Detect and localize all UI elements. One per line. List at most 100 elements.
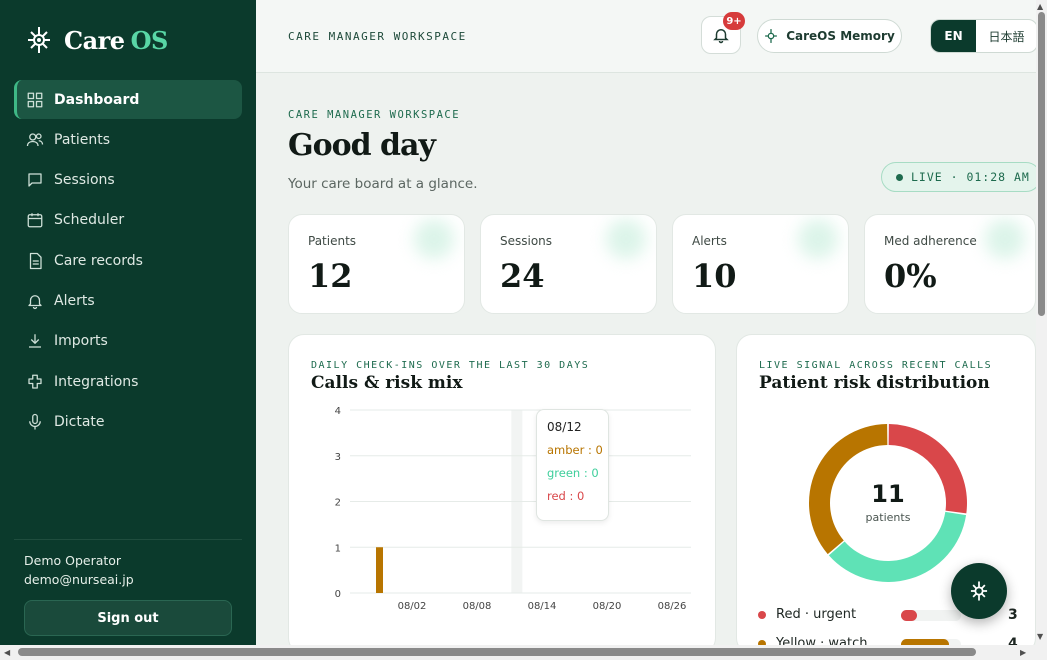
sign-out-button[interactable]: Sign out [24, 600, 232, 636]
x-tick-label: 08/08 [463, 601, 492, 612]
assistant-fab-button[interactable] [951, 563, 1007, 619]
sidebar-item-care-records[interactable]: Care records [14, 241, 242, 280]
stat-label: Med adherence [884, 234, 977, 248]
stat-value: 12 [308, 257, 353, 295]
users-icon [26, 131, 44, 149]
live-clock-badge: LIVE · 01:28 AM [881, 162, 1041, 192]
sidebar-item-label: Patients [54, 131, 111, 148]
legend-count: 3 [1008, 606, 1018, 623]
stat-card-patients[interactable]: Patients 12 [288, 214, 465, 314]
grid-icon [26, 91, 44, 109]
stat-label: Patients [308, 234, 357, 248]
page-kicker: CARE MANAGER WORKSPACE [288, 109, 461, 121]
chat-icon [26, 171, 44, 189]
vertical-scroll-thumb[interactable] [1038, 12, 1045, 316]
page-title: Good day [288, 128, 436, 163]
careos-memory-label: CareOS Memory [786, 29, 895, 43]
y-tick-label: 4 [335, 406, 341, 417]
stat-card-alerts[interactable]: Alerts 10 [672, 214, 849, 314]
compass-star-icon [765, 29, 778, 43]
sidebar-item-sessions[interactable]: Sessions [14, 161, 242, 200]
legend-dot [758, 610, 766, 619]
tooltip-amber: amber : 0 [547, 443, 603, 457]
lang-ja-button[interactable]: 日本語 [976, 20, 1037, 52]
workspace-label: CARE MANAGER WORKSPACE [288, 30, 467, 43]
legend-label: Red · urgent [776, 607, 857, 622]
x-tick-label: 08/26 [658, 601, 687, 612]
sidebar: Care OS Dashboard Patients Sessions Schedule… [0, 0, 256, 660]
sidebar-item-label: Care records [54, 252, 143, 269]
compass-star-icon [28, 27, 50, 53]
sidebar-item-label: Integrations [54, 373, 139, 390]
stat-label: Alerts [692, 234, 727, 248]
sidebar-item-integrations[interactable]: Integrations [14, 362, 242, 401]
tooltip-date: 08/12 [547, 420, 582, 434]
y-tick-label: 0 [335, 589, 341, 600]
microphone-icon [26, 413, 44, 431]
calendar-icon [26, 211, 44, 229]
page-subtitle: Your care board at a glance. [288, 176, 478, 192]
y-tick-label: 1 [335, 543, 341, 554]
sidebar-nav: Dashboard Patients Sessions Scheduler Care r… [14, 80, 242, 443]
sidebar-item-label: Imports [54, 333, 108, 350]
sidebar-item-label: Sessions [54, 172, 115, 189]
calls-card-kicker: DAILY CHECK-INS OVER THE LAST 30 DAYS [311, 360, 590, 371]
donut-center-label: patients [865, 511, 911, 524]
compass-star-icon [970, 581, 988, 601]
chart-tooltip: 08/12 amber : 0 green : 0 red : 0 [536, 409, 609, 521]
stat-card-sessions[interactable]: Sessions 24 [480, 214, 657, 314]
sidebar-item-dictate[interactable]: Dictate [14, 402, 242, 441]
x-tick-label: 08/20 [593, 601, 622, 612]
tooltip-green: green : 0 [547, 466, 599, 480]
x-tick-label: 08/14 [528, 601, 557, 612]
sidebar-item-patients[interactable]: Patients [14, 120, 242, 159]
live-clock-text: LIVE · 01:28 AM [911, 170, 1030, 184]
top-bar: CARE MANAGER WORKSPACE 9+ CareOS Memory … [256, 0, 1038, 73]
stat-card-med-adherence[interactable]: Med adherence 0% [864, 214, 1036, 314]
operator-name: Demo Operator [24, 553, 122, 568]
careos-memory-button[interactable]: CareOS Memory [757, 19, 902, 53]
calls-bar-chart[interactable]: 0 1 2 3 4 08/02 08/08 08/14 08/20 08/26 [288, 395, 716, 625]
bar-amber[interactable] [376, 547, 383, 593]
live-dot-icon [896, 173, 903, 181]
sidebar-item-alerts[interactable]: Alerts [14, 281, 242, 320]
bell-icon [26, 292, 44, 310]
brand-logo[interactable]: Care OS [26, 25, 168, 55]
sidebar-item-label: Dashboard [54, 91, 140, 108]
sidebar-item-label: Dictate [54, 413, 105, 430]
scroll-right-arrow-icon[interactable]: ▶ [1020, 648, 1026, 657]
lang-en-button[interactable]: EN [931, 20, 976, 52]
x-tick-label: 08/02 [398, 601, 427, 612]
calls-card-title: Calls & risk mix [311, 373, 463, 393]
risk-card-title: Patient risk distribution [759, 373, 990, 393]
puzzle-icon [26, 373, 44, 391]
legend-bar-fill [901, 610, 918, 621]
y-tick-label: 2 [335, 498, 341, 509]
stat-value: 0% [884, 257, 937, 295]
stat-value: 10 [692, 257, 737, 295]
brand-name: Care OS [64, 25, 168, 55]
risk-card-kicker: LIVE SIGNAL ACROSS RECENT CALLS [759, 360, 993, 371]
sidebar-item-label: Alerts [54, 292, 95, 309]
legend-bar [901, 610, 961, 621]
sidebar-item-dashboard[interactable]: Dashboard [14, 80, 242, 119]
download-icon [26, 332, 44, 350]
sidebar-item-scheduler[interactable]: Scheduler [14, 201, 242, 240]
scroll-up-arrow-icon[interactable]: ▲ [1037, 2, 1043, 11]
scroll-left-arrow-icon[interactable]: ◀ [4, 648, 10, 657]
notification-badge: 9+ [723, 12, 745, 30]
sidebar-item-imports[interactable]: Imports [14, 322, 242, 361]
scroll-down-arrow-icon[interactable]: ▼ [1037, 632, 1043, 641]
sidebar-item-label: Scheduler [54, 212, 125, 229]
stat-label: Sessions [500, 234, 553, 248]
language-toggle: EN 日本語 [930, 19, 1038, 53]
tooltip-red: red : 0 [547, 489, 585, 503]
y-tick-label: 3 [335, 452, 341, 463]
sidebar-divider [14, 539, 242, 540]
stat-value: 24 [500, 257, 545, 295]
document-icon [26, 252, 44, 270]
horizontal-scroll-thumb[interactable] [18, 648, 976, 656]
operator-email: demo@nurseai.jp [24, 572, 134, 587]
legend-red: Red · urgent 3 [758, 607, 1018, 623]
donut-center-value: 11 [871, 480, 905, 508]
